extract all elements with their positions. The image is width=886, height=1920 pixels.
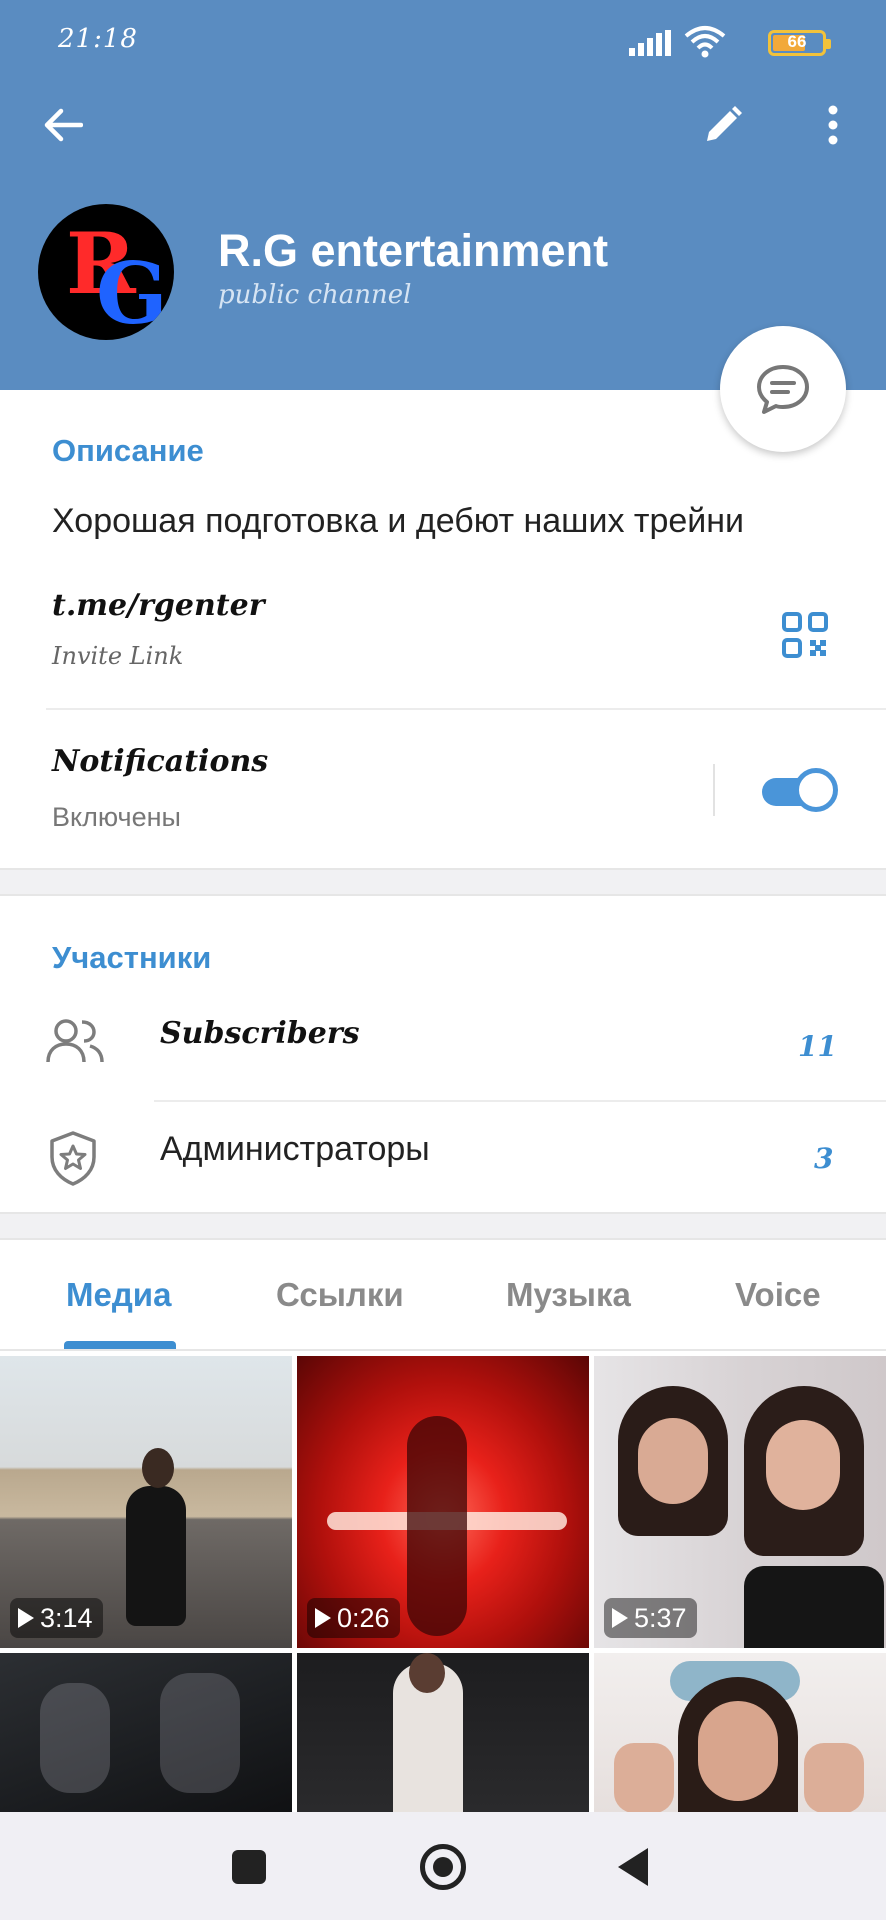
- video-duration: 5:37: [604, 1598, 697, 1638]
- status-icons: 66: [626, 24, 831, 58]
- pencil-icon: [707, 106, 742, 141]
- tab-links[interactable]: Ссылки: [276, 1276, 404, 1314]
- notifications-title: Notifications: [52, 744, 269, 779]
- status-time: 21:18: [58, 24, 138, 54]
- subscribers-label: Subscribers: [160, 1016, 360, 1051]
- media-thumbnail[interactable]: [297, 1653, 589, 1812]
- more-vertical-icon: [828, 105, 838, 145]
- recents-button[interactable]: [232, 1850, 266, 1884]
- tab-music[interactable]: Музыка: [506, 1276, 631, 1314]
- back-button[interactable]: [30, 92, 96, 158]
- more-options-button[interactable]: [800, 92, 866, 158]
- subscribers-count: 11: [798, 1030, 837, 1063]
- description-text: Хорошая подготовка и дебют наших трейни: [52, 502, 745, 540]
- people-icon: [46, 1019, 104, 1063]
- discussion-button[interactable]: [720, 326, 846, 452]
- arrow-left-icon: [44, 108, 83, 142]
- tab-voice[interactable]: Voice: [735, 1276, 821, 1314]
- description-title: Описание: [52, 433, 204, 468]
- section-gap: [0, 1212, 886, 1240]
- tab-media[interactable]: Медиа: [66, 1276, 171, 1314]
- video-duration: 3:14: [10, 1598, 103, 1638]
- shield-star-icon: [50, 1131, 96, 1186]
- divider: [46, 708, 886, 710]
- active-tab-indicator: [64, 1341, 176, 1349]
- subscribers-row[interactable]: Subscribers 11: [0, 992, 886, 1100]
- video-duration: 0:26: [307, 1598, 400, 1638]
- avatar-letter-g: G: [96, 244, 168, 340]
- media-thumbnail[interactable]: [0, 1653, 292, 1812]
- signal-icon: [629, 30, 671, 56]
- qr-code-button[interactable]: [776, 606, 834, 664]
- media-thumbnail[interactable]: [594, 1653, 886, 1812]
- qr-code-icon: [782, 612, 828, 658]
- channel-header: 21:18 66 R G R.G entertainment public ch…: [0, 0, 886, 390]
- administrators-label: Администраторы: [160, 1130, 430, 1168]
- administrators-count: 3: [814, 1142, 834, 1175]
- channel-avatar[interactable]: R G: [38, 204, 174, 340]
- toggle-knob: [794, 768, 838, 812]
- administrators-row[interactable]: Администраторы 3: [0, 1102, 886, 1212]
- wifi-icon: [684, 26, 726, 58]
- notifications-status: Включены: [52, 802, 181, 832]
- status-bar: 21:18 66: [0, 0, 886, 80]
- invite-link-label: Invite Link: [52, 642, 184, 670]
- battery-level-text: 66: [787, 32, 807, 51]
- edit-button[interactable]: [690, 92, 756, 158]
- home-button[interactable]: [420, 1844, 466, 1890]
- system-back-button[interactable]: [618, 1848, 648, 1886]
- media-thumbnail[interactable]: 0:26: [297, 1356, 589, 1648]
- channel-name: R.G entertainment: [218, 225, 609, 276]
- media-thumbnail[interactable]: 3:14: [0, 1356, 292, 1648]
- battery-icon: 66: [768, 30, 831, 56]
- members-title: Участники: [52, 940, 212, 975]
- media-thumbnail[interactable]: 5:37: [594, 1356, 886, 1648]
- vertical-separator: [713, 764, 715, 816]
- notifications-toggle[interactable]: [760, 768, 838, 812]
- tabs-divider: [0, 1349, 886, 1351]
- section-gap: [0, 868, 886, 896]
- invite-link[interactable]: t.me/rgenter: [52, 588, 265, 623]
- chat-bubble-icon: [757, 365, 809, 414]
- channel-type: public channel: [218, 280, 412, 310]
